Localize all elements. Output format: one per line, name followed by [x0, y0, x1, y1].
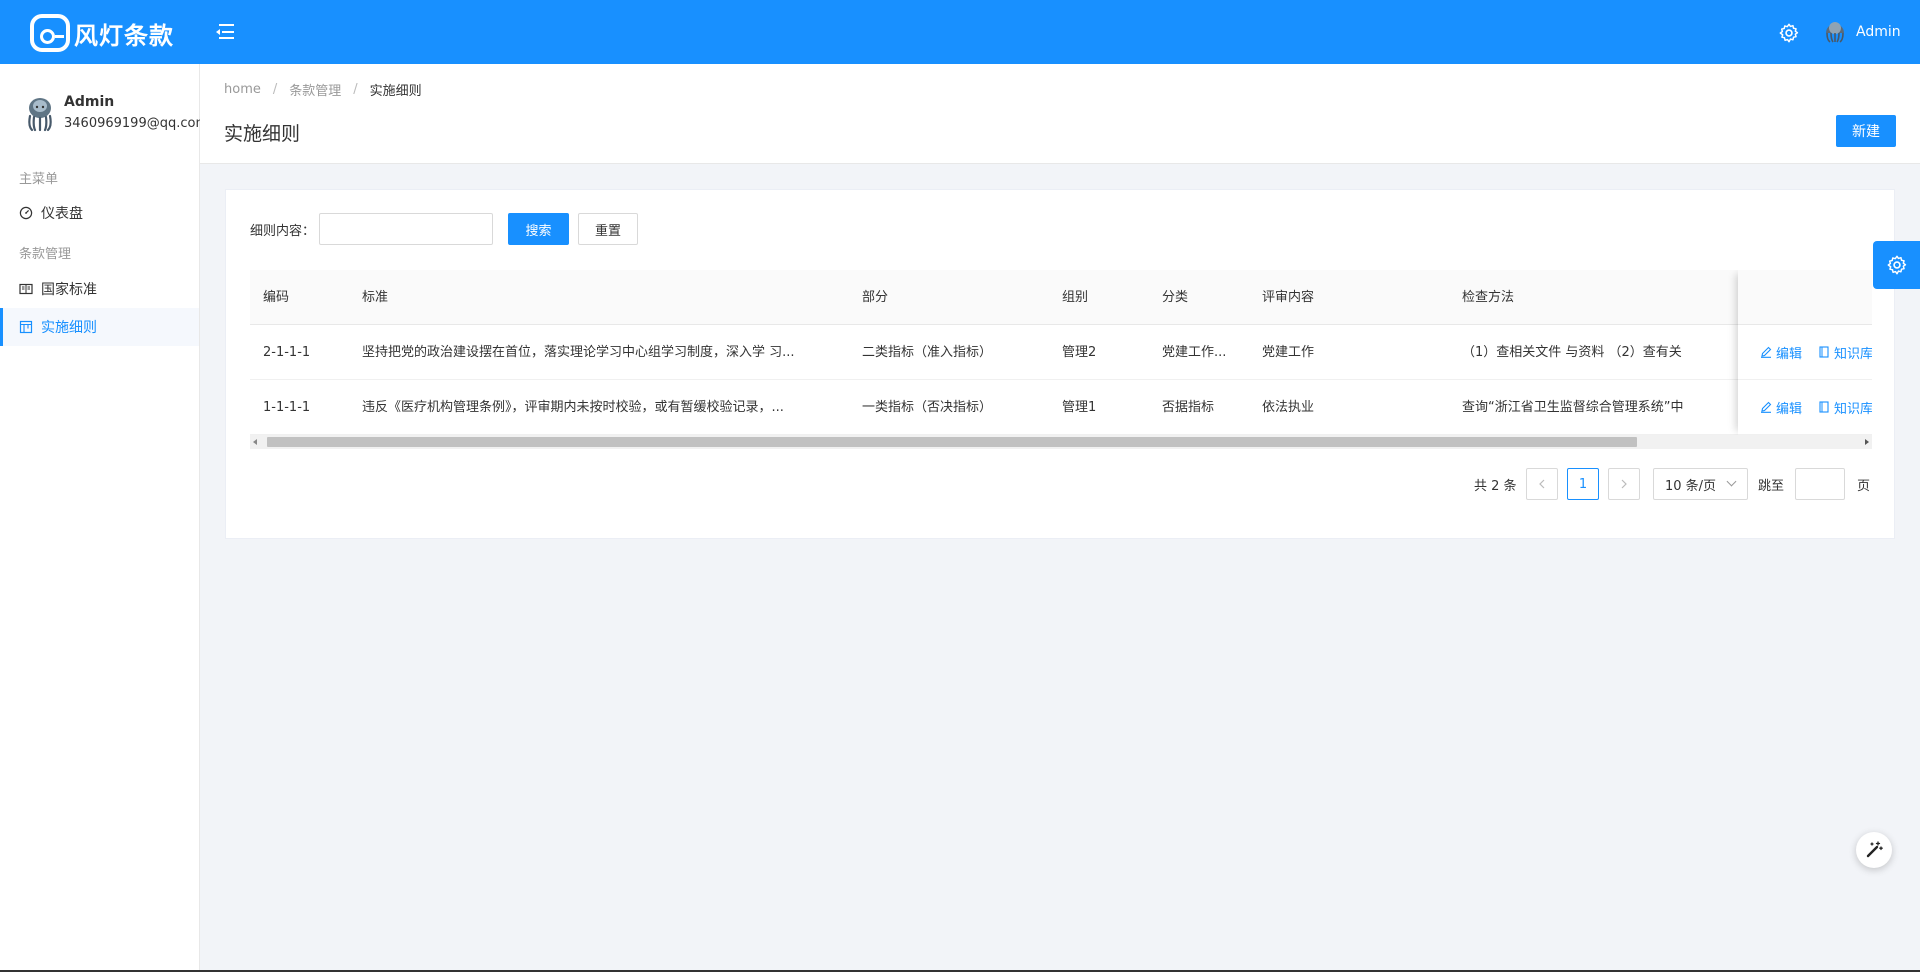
- row-actions: 编辑 知识库: [1738, 325, 1872, 380]
- magic-wand-icon: [1866, 841, 1883, 858]
- logo-icon: [30, 14, 70, 52]
- breadcrumb-separator: /: [272, 82, 278, 97]
- knowledge-base-button[interactable]: 知识库: [1818, 343, 1872, 362]
- column-header-code: 编码: [263, 290, 290, 305]
- jump-page-input[interactable]: [1795, 468, 1845, 500]
- menu-group-main: 主菜单: [19, 172, 59, 187]
- sidebar-item-label: 实施细则: [41, 320, 97, 336]
- cell-code: 1-1-1-1: [263, 400, 311, 415]
- column-header-review: 评审内容: [1262, 290, 1315, 305]
- header-user-menu[interactable]: Admin: [1822, 18, 1901, 46]
- gear-icon: [1887, 255, 1906, 275]
- cell-standard: 违反《医疗机构管理条例》，评审期内未按时校验，或有暂缓校验记录，...: [362, 400, 784, 415]
- cell-method: （1）查相关文件 与资料 （2）查有关: [1462, 345, 1682, 360]
- table-row: 2-1-1-1 坚持把党的政治建设摆在首位，落实理论学习中心组学习制度，深入学 …: [250, 325, 1872, 380]
- horizontal-scrollbar[interactable]: [250, 435, 1872, 449]
- scrollbar-thumb[interactable]: [267, 437, 1637, 447]
- actions-header: [1738, 270, 1872, 325]
- chevron-right-icon: [1621, 479, 1627, 489]
- data-table: 编码 标准 部分 组别 分类 评审内容 检查方法 2-1-1-1 坚持把党的政治…: [250, 270, 1872, 440]
- cell-code: 2-1-1-1: [263, 345, 311, 360]
- cell-review: 依法执业: [1262, 400, 1315, 415]
- column-header-category: 分类: [1162, 290, 1189, 305]
- sidebar: Admin 3460969199@qq.com 主菜单 仪表盘 条款管理 国家标…: [0, 64, 202, 972]
- row-actions: 编辑 知识库: [1738, 380, 1872, 435]
- breadcrumb: home / 条款管理 / 实施细则: [224, 80, 422, 99]
- book-icon: [19, 283, 33, 295]
- sidebar-item-national-standards[interactable]: 国家标准: [0, 270, 199, 308]
- cell-group: 管理2: [1062, 345, 1097, 360]
- next-page-button[interactable]: [1608, 468, 1640, 500]
- search-button[interactable]: 搜索: [508, 213, 569, 245]
- app-logo[interactable]: 风灯条款: [30, 14, 174, 52]
- page-title: 实施细则: [224, 123, 301, 145]
- logo-text: 风灯条款: [74, 21, 174, 50]
- jump-label: 跳至: [1758, 479, 1785, 494]
- cell-category: 否据指标: [1162, 400, 1215, 415]
- column-header-standard: 标准: [362, 290, 389, 305]
- profile-name: Admin: [64, 94, 115, 110]
- cell-group: 管理1: [1062, 400, 1097, 415]
- avatar: [1826, 22, 1844, 43]
- menu-group-clauses: 条款管理: [19, 247, 72, 262]
- sidebar-item-label: 仪表盘: [41, 206, 83, 222]
- user-profile: Admin 3460969199@qq.com: [24, 90, 202, 140]
- scroll-right-icon[interactable]: [1865, 439, 1869, 445]
- cell-part: 二类指标（准入指标）: [862, 345, 993, 360]
- header-username: Admin: [1856, 24, 1901, 40]
- menu-fold-icon[interactable]: [216, 24, 234, 40]
- avatar: [28, 98, 52, 132]
- breadcrumb-home[interactable]: home: [224, 82, 261, 97]
- reset-button[interactable]: 重置: [578, 213, 638, 245]
- pagination-total: 共 2 条: [1474, 479, 1517, 494]
- column-header-group: 组别: [1062, 290, 1089, 305]
- edit-icon: [1761, 401, 1772, 413]
- search-label: 细则内容：: [250, 224, 316, 239]
- cell-review: 党建工作: [1262, 345, 1315, 360]
- column-header-part: 部分: [862, 290, 889, 305]
- top-header: 风灯条款 Admin: [0, 0, 1920, 64]
- pagination: 共 2 条 1 10 条/页 跳至 页: [226, 468, 1872, 500]
- dashboard-icon: [19, 206, 33, 220]
- breadcrumb-separator: /: [353, 82, 358, 97]
- actions-column: 编辑 知识库 编辑 知识库: [1738, 270, 1872, 435]
- layout-icon: [19, 320, 33, 334]
- edit-button[interactable]: 编辑: [1760, 343, 1802, 362]
- edit-icon: [1761, 346, 1772, 358]
- settings-drawer-button[interactable]: [1873, 241, 1920, 289]
- table-row: 1-1-1-1 违反《医疗机构管理条例》，评审期内未按时校验，或有暂缓校验记录，…: [250, 380, 1872, 435]
- magic-wand-button[interactable]: [1856, 832, 1892, 868]
- cell-part: 一类指标（否决指标）: [862, 400, 993, 415]
- table-header: 编码 标准 部分 组别 分类 评审内容 检查方法: [250, 270, 1872, 325]
- column-header-method: 检查方法: [1462, 290, 1515, 305]
- content-card: 细则内容： 搜索 重置 编码 标准 部分 组别 分类 评审内容 检查方法 2-1…: [225, 189, 1895, 539]
- prev-page-button[interactable]: [1526, 468, 1558, 500]
- breadcrumb-current: 实施细则: [369, 84, 422, 99]
- page-header: home / 条款管理 / 实施细则 实施细则 新建: [200, 64, 1920, 164]
- page-size-value: 10 条/页: [1665, 478, 1717, 494]
- sidebar-item-dashboard[interactable]: 仪表盘: [0, 194, 199, 232]
- breadcrumb-clause-management[interactable]: 条款管理: [289, 80, 341, 99]
- scroll-left-icon[interactable]: [253, 439, 257, 445]
- gear-icon[interactable]: [1778, 22, 1800, 44]
- page-unit-label: 页: [1857, 479, 1871, 494]
- chevron-down-icon: [1726, 476, 1737, 487]
- chevron-left-icon: [1539, 479, 1545, 489]
- cell-category: 党建工作...: [1162, 345, 1227, 360]
- search-input[interactable]: [319, 213, 493, 245]
- edit-button[interactable]: 编辑: [1760, 398, 1802, 417]
- sidebar-item-implementation-rules[interactable]: 实施细则: [0, 308, 199, 346]
- knowledge-base-button[interactable]: 知识库: [1818, 398, 1872, 417]
- cell-standard: 坚持把党的政治建设摆在首位，落实理论学习中心组学习制度，深入学 习...: [362, 345, 795, 360]
- book-icon: [1819, 346, 1829, 358]
- new-button[interactable]: 新建: [1836, 115, 1896, 147]
- cell-method: 查询“浙江省卫生监督综合管理系统”中: [1462, 400, 1684, 415]
- sidebar-item-label: 国家标准: [41, 282, 97, 298]
- book-icon: [1819, 401, 1829, 413]
- page-size-select[interactable]: 10 条/页: [1653, 468, 1748, 500]
- profile-email: 3460969199@qq.com: [64, 116, 202, 131]
- page-button-current[interactable]: 1: [1567, 468, 1599, 500]
